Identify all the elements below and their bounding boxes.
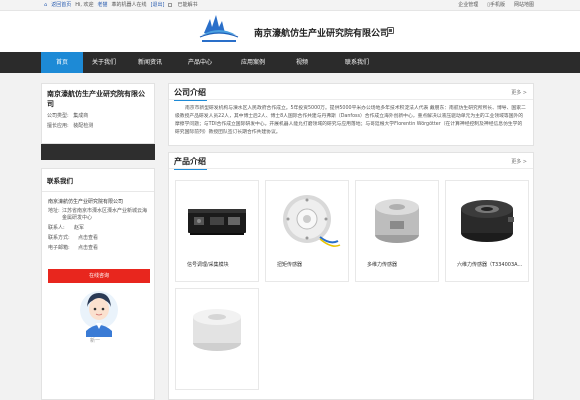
company-logo[interactable] [194, 13, 244, 47]
contact-phone-row: 联系方式: 点击查看 [42, 235, 154, 242]
company-type-label: 公司类型: [47, 113, 69, 119]
product-name: 六维力传感器（T334003A... [457, 262, 523, 268]
nav-item-products[interactable]: 产品中心 [175, 52, 225, 73]
avatar-caption: 新一 [90, 338, 101, 344]
top-link-mobile-label: 手机版 [489, 2, 505, 8]
product-name: 扭矩传感器 [277, 262, 303, 268]
product-card[interactable] [175, 288, 259, 390]
nav-item-news[interactable]: 新闻资讯 [125, 52, 175, 73]
nav-item-video[interactable]: 视频 [281, 52, 323, 73]
main-nav: 首页 关于我们 新闻资讯 产品中心 应用案例 视频 联系我们 [0, 52, 580, 73]
torque-sensor-icon [283, 195, 341, 247]
contact-person-label: 联系人: [48, 225, 65, 231]
products-header: 产品介绍 更多 > [169, 153, 533, 170]
qr-code-icon[interactable] [387, 27, 394, 34]
top-bar-left: ⌂ 返回首页 Hi, 欢迎 老猫 革的机器人在线 [退出] 已能解书 [44, 1, 198, 9]
product-card[interactable]: 扭矩传感器 [265, 180, 349, 282]
company-intro-panel: 公司介绍 更多 > 南京市新型研发机构与溧水区人民政府合作成立。5年投资5000… [168, 83, 534, 146]
company-specialty-row: 擅长应用: 装配检测 [47, 122, 149, 129]
product-name: 信号调理/采集模块 [187, 262, 229, 268]
signal-module-icon [188, 209, 246, 235]
contact-email-label: 电子邮箱: [48, 245, 70, 251]
nav-item-home[interactable]: 首页 [41, 52, 83, 73]
products-title: 产品介绍 [174, 157, 207, 170]
status-note: 革的机器人在线 [111, 2, 147, 8]
contact-person-value: 赵军 [74, 225, 85, 231]
company-type-value: 集成商 [73, 113, 89, 119]
top-link-sitemap[interactable]: 网站地图 [514, 1, 534, 8]
contact-card: 联系我们 南京濠航仿生产业研究院有限公司 地址: 江苏省南京市溧水区溧水产业新城… [41, 168, 155, 400]
top-link-manage[interactable]: 企业管理 [458, 1, 478, 8]
nav-item-about[interactable]: 关于我们 [83, 52, 125, 73]
intro-header: 公司介绍 更多 > [169, 84, 533, 101]
top-bar-right: 企业管理 ▯手机版 网站地图 [458, 1, 534, 8]
intro-title: 公司介绍 [174, 88, 207, 101]
contact-email-row: 电子邮箱: 点击查看 [42, 245, 154, 252]
user-link[interactable]: 老猫 [98, 1, 108, 8]
share-text: 已能解书 [177, 2, 198, 8]
company-type-row: 公司类型: 集成商 [47, 112, 149, 119]
force-sensor-icon [193, 309, 241, 351]
product-card[interactable]: 六维力传感器（T334003A... [445, 180, 529, 282]
nav-items: 首页 关于我们 新闻资讯 产品中心 应用案例 视频 联系我们 [41, 52, 391, 73]
logout-link[interactable]: [退出] [151, 1, 165, 8]
contact-phone-label: 联系方式: [48, 235, 70, 241]
top-link-mobile[interactable]: ▯手机版 [487, 1, 505, 8]
consult-button[interactable]: 在线咨询 [48, 269, 150, 283]
site-name: 南京濠航仿生产业研究院有限公司 [254, 29, 390, 39]
intro-more-link[interactable]: 更多 > [511, 89, 527, 96]
contact-address-value: 江苏省南京市溧水区溧水产业新城云海金属研发中心 [62, 208, 148, 221]
greeting-text: Hi, 欢迎 [75, 2, 94, 8]
contact-company: 南京濠航仿生产业研究院有限公司 [48, 199, 124, 205]
product-name: 多维力传感器 [367, 262, 398, 268]
nav-item-contact[interactable]: 联系我们 [323, 52, 391, 73]
products-panel: 产品介绍 更多 > 信号调理/采集模块 扭矩传感器 多维力传感器 六维力传感器（… [168, 152, 534, 400]
company-info-card: 南京濠航仿生产业研究院有限公司 公司类型: 集成商 擅长应用: 装配检测 [41, 83, 155, 144]
sidebar-dark-bar [41, 144, 155, 160]
intro-text: 南京市新型研发机构与溧水区人民政府合作成立。5年投资5000万。提供5000平米… [175, 106, 526, 135]
checkbox-icon[interactable] [168, 2, 173, 7]
company-specialty-value: 装配检测 [73, 123, 94, 129]
contact-title: 联系我们 [42, 169, 154, 192]
multi-axis-force-sensor-icon [375, 199, 419, 243]
contact-phone-link[interactable]: 点击查看 [78, 235, 98, 241]
home-icon: ⌂ [44, 1, 48, 8]
contact-email-link[interactable]: 点击查看 [78, 245, 98, 251]
contact-person-row: 联系人: 赵军 [42, 225, 154, 232]
back-home-link[interactable]: 返回首页 [51, 1, 71, 8]
six-axis-force-sensor-icon [461, 200, 514, 242]
company-specialty-label: 擅长应用: [47, 123, 69, 129]
product-card[interactable]: 信号调理/采集模块 [175, 180, 259, 282]
company-name: 南京濠航仿生产业研究院有限公司 [47, 90, 145, 108]
top-bar: ⌂ 返回首页 Hi, 欢迎 老猫 革的机器人在线 [退出] 已能解书 企业管理 … [0, 0, 580, 11]
products-more-link[interactable]: 更多 > [511, 158, 527, 165]
contact-address-row: 地址: 江苏省南京市溧水区溧水产业新城云海金属研发中心 [42, 208, 154, 222]
contact-address-label: 地址: [48, 208, 60, 214]
nav-item-cases[interactable]: 应用案例 [225, 52, 281, 73]
product-card[interactable]: 多维力传感器 [355, 180, 439, 282]
